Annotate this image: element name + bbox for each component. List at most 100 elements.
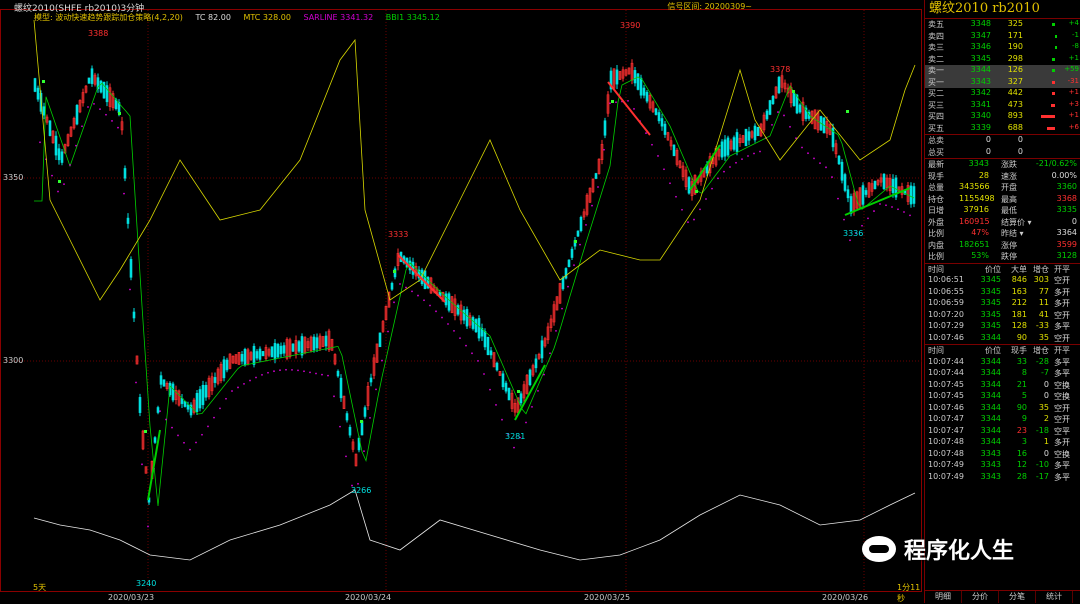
sar-dot — [867, 217, 869, 220]
stat-row: 现手 28 速涨 0.00% — [925, 171, 1080, 183]
tick-row[interactable]: 10:07:49 3343 12 -10 多平 — [925, 460, 1080, 472]
indicator-bar: 模型: 波动快速趋势跟踪加仓策略(4,2,20) TC 82.00 MTC 32… — [34, 12, 450, 23]
candle-body — [462, 309, 466, 321]
signal-marker — [846, 110, 849, 113]
sar-dot — [687, 221, 689, 224]
sar-dot — [291, 368, 293, 371]
orderbook-row[interactable]: 买五 3339 688 +6 — [925, 123, 1080, 135]
tick-row[interactable]: 10:07:29 3345 128 -33 多平 — [925, 321, 1080, 333]
orderbook-row[interactable]: 买二 3342 442 +1 — [925, 88, 1080, 100]
tick-row[interactable]: 10:07:47 3344 9 2 空开 — [925, 414, 1080, 426]
candle-body — [423, 270, 427, 289]
tab-tick[interactable]: 分笔 — [999, 591, 1036, 603]
tab-detail[interactable]: 明细 — [925, 591, 962, 603]
signal-marker — [611, 100, 614, 103]
sar-dot — [729, 166, 731, 168]
orderbook-row[interactable]: 卖三 3346 190 -8 — [925, 42, 1080, 54]
candle-body — [777, 76, 781, 94]
tick-row[interactable]: 10:07:45 3344 5 0 空换 — [925, 391, 1080, 403]
tick-row[interactable]: 10:07:49 3343 28 -17 多平 — [925, 472, 1080, 484]
candle-body — [474, 319, 478, 333]
tick-type: 空开 — [1054, 415, 1070, 424]
tick-row[interactable]: 10:07:44 3344 33 -28 多平 — [925, 357, 1080, 369]
candle-body — [99, 80, 103, 93]
totals-v1: 0 — [985, 146, 991, 156]
stat-key: 内盘 — [928, 240, 944, 250]
tick-list[interactable]: 时间 价位 现手 增仓 开平 10:07:44 3344 33 -28 多平 10:07:44 334… — [925, 344, 1080, 483]
tick-row[interactable]: 10:07:20 3345 181 41 空开 — [925, 310, 1080, 322]
candle-body — [747, 131, 751, 141]
totals-label: 总买 — [928, 147, 944, 157]
price-label-high: 3388 — [88, 29, 109, 38]
candle-body — [390, 282, 394, 290]
quote-panel: 螺纹2010 rb2010 卖五 3348 325 +4 卖四 3347 171 -1 卖三 33… — [924, 0, 1080, 603]
tick-volume: 212 — [1011, 298, 1027, 307]
stat-row: 持仓 1155498 最高 3368 — [925, 194, 1080, 206]
tc-value: TC 82.00 — [195, 13, 231, 22]
sar-dot — [669, 182, 671, 185]
orderbook-row[interactable]: 买四 3340 893 +1 — [925, 111, 1080, 123]
candle-body — [909, 185, 913, 205]
big-order-ticks[interactable]: 时间 价位 大单 增仓 开平 10:06:51 3345 846 303 空开 10:06:55 33… — [925, 262, 1080, 345]
tick-type: 空换 — [1054, 380, 1070, 390]
candle-body — [864, 190, 868, 195]
tick-row[interactable]: 10:07:47 3344 23 -18 空平 — [925, 426, 1080, 438]
sar-dot — [747, 155, 749, 157]
candle-body — [642, 87, 646, 96]
sar-dot — [111, 120, 113, 122]
candle-body — [42, 106, 46, 116]
orderbook-volume: 126 — [1007, 65, 1023, 74]
orderbook-row[interactable]: 买三 3341 473 +3 — [925, 100, 1080, 112]
tick-oi-change: -10 — [1035, 460, 1049, 469]
sar-dot — [615, 101, 617, 104]
candle-body — [792, 93, 796, 106]
kline-canvas[interactable] — [0, 0, 922, 603]
tick-oi-change: -18 — [1035, 425, 1049, 435]
tick-row[interactable]: 10:07:46 3344 90 35 空开 — [925, 333, 1080, 345]
orderbook-price: 3348 — [970, 19, 991, 28]
chart-border — [0, 9, 922, 592]
sar-dot — [249, 379, 251, 382]
stat-key: 比例 — [928, 252, 944, 261]
tick-row[interactable]: 10:07:48 3344 3 1 多开 — [925, 437, 1080, 449]
kline-chart[interactable]: 螺纹2010(SHFE rb2010)3分钟 信号区间: 20200309~ 模… — [0, 0, 922, 603]
tick-row[interactable]: 10:06:51 3345 846 303 空开 — [925, 275, 1080, 287]
tick-volume: 90 — [1016, 332, 1027, 342]
tab-price[interactable]: 分价 — [962, 591, 999, 603]
tick-row[interactable]: 10:06:59 3345 212 11 多开 — [925, 298, 1080, 310]
volume-bar — [1052, 69, 1055, 72]
sar-dot — [177, 434, 179, 437]
sar-dot — [813, 157, 815, 160]
sar-dot — [891, 206, 893, 208]
order-book: 卖五 3348 325 +4 卖四 3347 171 -1 卖三 3346 190 -8 卖二 3345 2… — [925, 19, 1080, 134]
sar-dot — [333, 395, 335, 398]
tab-stats[interactable]: 统计 — [1036, 591, 1073, 603]
tick-row[interactable]: 10:07:44 3344 8 -7 多平 — [925, 368, 1080, 380]
tick-row[interactable]: 10:07:45 3344 21 0 空换 — [925, 380, 1080, 392]
stat-key: 跌停 — [1001, 252, 1017, 261]
candle-body — [378, 332, 382, 348]
orderbook-row[interactable]: 卖一 3344 126 +59 — [925, 65, 1080, 77]
orderbook-row[interactable]: 卖五 3348 325 +4 — [925, 19, 1080, 31]
sar-dot — [489, 388, 491, 391]
candle-body — [456, 305, 460, 315]
tick-row[interactable]: 10:07:48 3343 16 0 空换 — [925, 449, 1080, 461]
orderbook-row[interactable]: 买一 3343 327 -31 — [925, 76, 1080, 88]
tick-oi-change: 303 — [1033, 275, 1049, 284]
candle-body — [873, 180, 877, 190]
sar-dot — [207, 425, 209, 428]
tick-type: 多开 — [1054, 438, 1070, 447]
orderbook-row[interactable]: 卖二 3345 298 +1 — [925, 54, 1080, 66]
orderbook-volume: 688 — [1007, 122, 1023, 132]
stat-key: 最新 — [928, 160, 944, 169]
stat-value: 28 — [978, 170, 989, 180]
candle-body — [672, 144, 676, 156]
tick-time: 10:07:49 — [928, 460, 964, 469]
tick-time: 10:06:51 — [928, 275, 964, 284]
orderbook-price: 3343 — [970, 76, 991, 86]
tick-row[interactable]: 10:07:46 3344 90 35 空开 — [925, 403, 1080, 415]
tick-row[interactable]: 10:06:55 3345 163 77 多开 — [925, 287, 1080, 299]
candle-body — [162, 379, 166, 387]
orderbook-row[interactable]: 卖四 3347 171 -1 — [925, 31, 1080, 43]
stat-value: -21/0.62% — [1035, 159, 1077, 168]
